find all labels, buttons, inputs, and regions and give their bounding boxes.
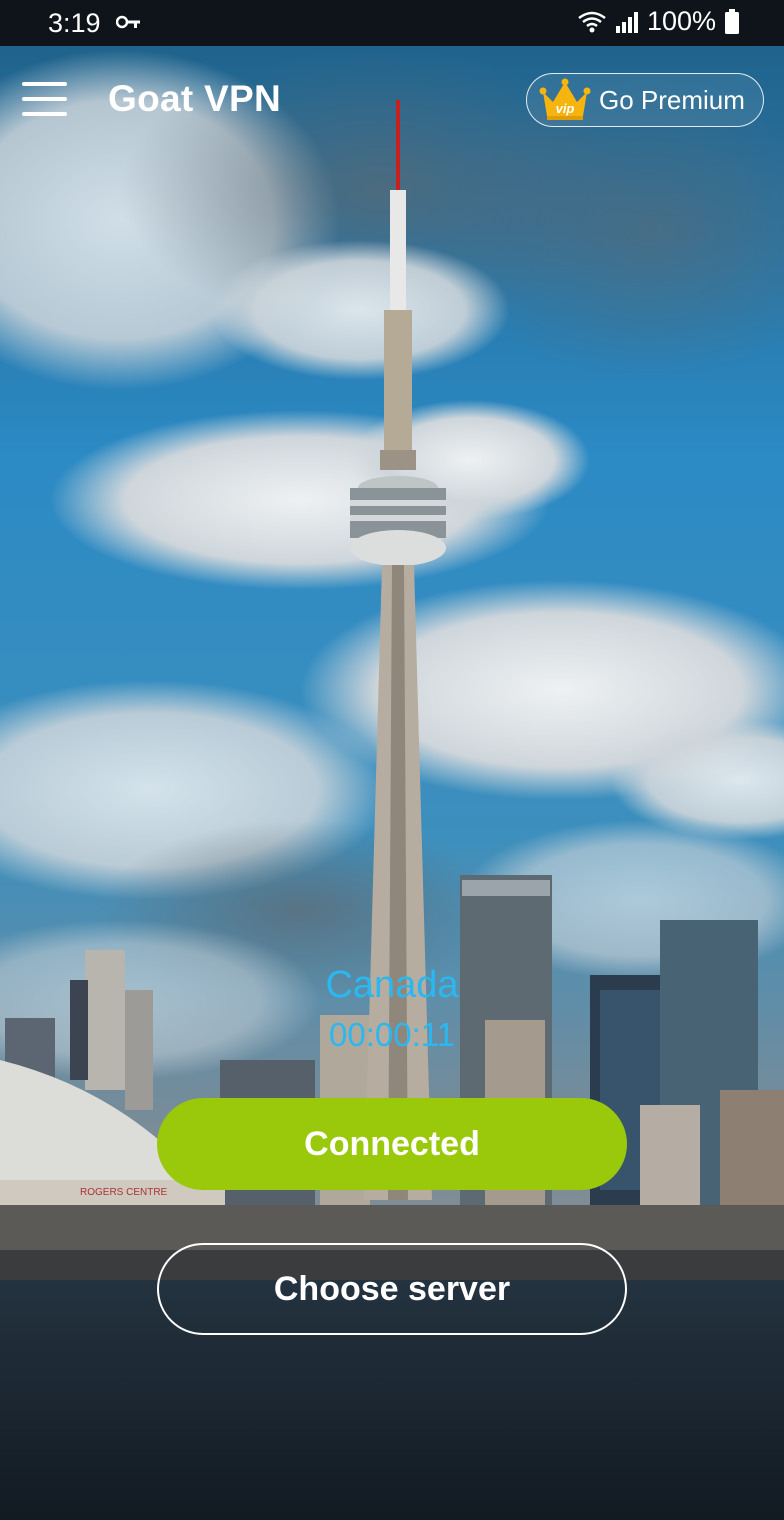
go-premium-label: Go Premium <box>599 84 745 115</box>
go-premium-button[interactable]: vip Go Premium <box>526 73 764 127</box>
status-bar: 3:19 100% <box>0 0 784 46</box>
vpn-key-icon <box>116 15 140 29</box>
vip-crown-icon: vip <box>539 78 591 120</box>
app-title: Goat VPN <box>108 78 282 119</box>
choose-server-label: Choose server <box>273 1269 511 1308</box>
battery-percent: 100% <box>646 6 716 36</box>
status-time: 3:19 <box>48 8 101 38</box>
connect-button-label: Connected <box>304 1124 480 1163</box>
signal-icon <box>615 11 638 33</box>
connected-country: Canada <box>325 964 459 1006</box>
app-header: Goat VPN vip Go Premium <box>0 46 784 156</box>
battery-icon <box>725 8 739 34</box>
choose-server-button[interactable]: Choose server <box>157 1243 627 1335</box>
rogers-centre-sign: ROGERS CENTRE <box>80 1187 168 1198</box>
hamburger-menu-icon[interactable] <box>22 82 68 118</box>
connect-toggle-button[interactable]: Connected <box>157 1098 627 1190</box>
vip-badge-text: vip <box>556 101 575 116</box>
wifi-icon <box>578 11 606 32</box>
connection-timer: 00:00:11 <box>328 1016 455 1053</box>
